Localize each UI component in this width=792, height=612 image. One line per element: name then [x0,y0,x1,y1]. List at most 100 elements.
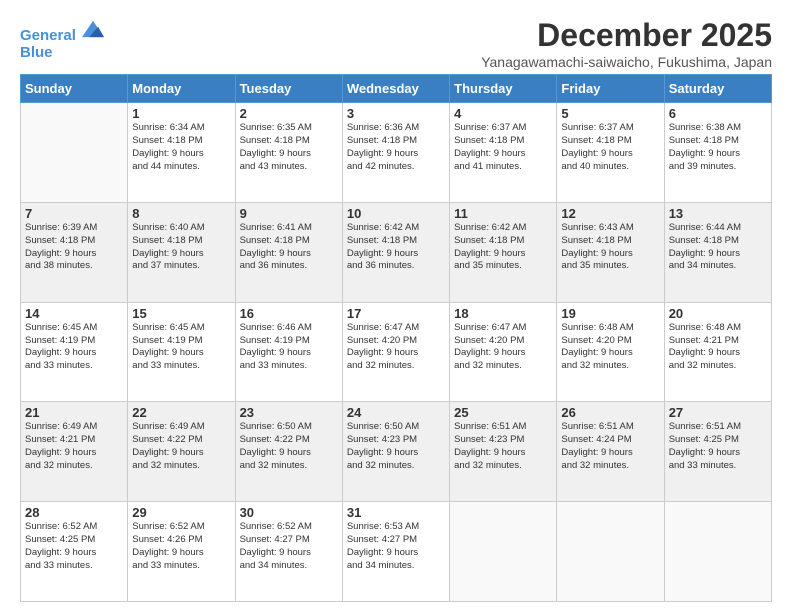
day-number: 15 [132,306,230,321]
week-row-4: 21Sunrise: 6:49 AMSunset: 4:21 PMDayligh… [21,402,772,502]
calendar-cell [450,502,557,602]
day-number: 25 [454,405,552,420]
day-info: Sunrise: 6:35 AMSunset: 4:18 PMDaylight:… [240,122,338,173]
weekday-header-wednesday: Wednesday [342,75,449,103]
day-info: Sunrise: 6:52 AMSunset: 4:26 PMDaylight:… [132,521,230,572]
weekday-header-saturday: Saturday [664,75,771,103]
weekday-header-monday: Monday [128,75,235,103]
calendar-cell: 15Sunrise: 6:45 AMSunset: 4:19 PMDayligh… [128,302,235,402]
header: General Blue December 2025 Yanagawamachi… [20,18,772,70]
page: General Blue December 2025 Yanagawamachi… [0,0,792,612]
day-number: 18 [454,306,552,321]
calendar-cell: 22Sunrise: 6:49 AMSunset: 4:22 PMDayligh… [128,402,235,502]
day-info: Sunrise: 6:34 AMSunset: 4:18 PMDaylight:… [132,122,230,173]
calendar-cell: 5Sunrise: 6:37 AMSunset: 4:18 PMDaylight… [557,103,664,203]
day-info: Sunrise: 6:52 AMSunset: 4:25 PMDaylight:… [25,521,123,572]
day-number: 10 [347,206,445,221]
day-info: Sunrise: 6:37 AMSunset: 4:18 PMDaylight:… [454,122,552,173]
day-number: 24 [347,405,445,420]
weekday-header-friday: Friday [557,75,664,103]
day-info: Sunrise: 6:41 AMSunset: 4:18 PMDaylight:… [240,222,338,273]
day-info: Sunrise: 6:49 AMSunset: 4:21 PMDaylight:… [25,421,123,472]
day-info: Sunrise: 6:47 AMSunset: 4:20 PMDaylight:… [347,322,445,373]
calendar-cell: 2Sunrise: 6:35 AMSunset: 4:18 PMDaylight… [235,103,342,203]
calendar-cell: 24Sunrise: 6:50 AMSunset: 4:23 PMDayligh… [342,402,449,502]
calendar-cell: 17Sunrise: 6:47 AMSunset: 4:20 PMDayligh… [342,302,449,402]
calendar-cell: 6Sunrise: 6:38 AMSunset: 4:18 PMDaylight… [664,103,771,203]
day-info: Sunrise: 6:36 AMSunset: 4:18 PMDaylight:… [347,122,445,173]
day-info: Sunrise: 6:47 AMSunset: 4:20 PMDaylight:… [454,322,552,373]
week-row-3: 14Sunrise: 6:45 AMSunset: 4:19 PMDayligh… [21,302,772,402]
calendar-cell [557,502,664,602]
calendar-cell: 7Sunrise: 6:39 AMSunset: 4:18 PMDaylight… [21,202,128,302]
calendar-cell: 21Sunrise: 6:49 AMSunset: 4:21 PMDayligh… [21,402,128,502]
day-info: Sunrise: 6:48 AMSunset: 4:21 PMDaylight:… [669,322,767,373]
weekday-header-thursday: Thursday [450,75,557,103]
subtitle: Yanagawamachi-saiwaicho, Fukushima, Japa… [481,54,772,70]
calendar-cell: 14Sunrise: 6:45 AMSunset: 4:19 PMDayligh… [21,302,128,402]
day-number: 12 [561,206,659,221]
day-number: 26 [561,405,659,420]
day-number: 9 [240,206,338,221]
day-number: 13 [669,206,767,221]
day-number: 5 [561,106,659,121]
calendar-cell: 27Sunrise: 6:51 AMSunset: 4:25 PMDayligh… [664,402,771,502]
calendar-cell: 12Sunrise: 6:43 AMSunset: 4:18 PMDayligh… [557,202,664,302]
logo-text: General [20,18,104,45]
day-number: 22 [132,405,230,420]
calendar-cell: 30Sunrise: 6:52 AMSunset: 4:27 PMDayligh… [235,502,342,602]
calendar-cell: 8Sunrise: 6:40 AMSunset: 4:18 PMDaylight… [128,202,235,302]
calendar-cell: 11Sunrise: 6:42 AMSunset: 4:18 PMDayligh… [450,202,557,302]
day-number: 27 [669,405,767,420]
day-info: Sunrise: 6:51 AMSunset: 4:23 PMDaylight:… [454,421,552,472]
weekday-header-sunday: Sunday [21,75,128,103]
day-number: 23 [240,405,338,420]
day-info: Sunrise: 6:46 AMSunset: 4:19 PMDaylight:… [240,322,338,373]
calendar-cell [21,103,128,203]
calendar-cell: 20Sunrise: 6:48 AMSunset: 4:21 PMDayligh… [664,302,771,402]
day-info: Sunrise: 6:45 AMSunset: 4:19 PMDaylight:… [25,322,123,373]
day-info: Sunrise: 6:52 AMSunset: 4:27 PMDaylight:… [240,521,338,572]
week-row-5: 28Sunrise: 6:52 AMSunset: 4:25 PMDayligh… [21,502,772,602]
calendar-cell: 10Sunrise: 6:42 AMSunset: 4:18 PMDayligh… [342,202,449,302]
day-number: 8 [132,206,230,221]
calendar-cell: 4Sunrise: 6:37 AMSunset: 4:18 PMDaylight… [450,103,557,203]
calendar-cell: 29Sunrise: 6:52 AMSunset: 4:26 PMDayligh… [128,502,235,602]
day-number: 1 [132,106,230,121]
week-row-2: 7Sunrise: 6:39 AMSunset: 4:18 PMDaylight… [21,202,772,302]
day-info: Sunrise: 6:51 AMSunset: 4:25 PMDaylight:… [669,421,767,472]
week-row-1: 1Sunrise: 6:34 AMSunset: 4:18 PMDaylight… [21,103,772,203]
calendar-cell: 18Sunrise: 6:47 AMSunset: 4:20 PMDayligh… [450,302,557,402]
day-number: 20 [669,306,767,321]
day-number: 29 [132,505,230,520]
logo-blue: Blue [20,45,104,62]
weekday-header-row: SundayMondayTuesdayWednesdayThursdayFrid… [21,75,772,103]
day-info: Sunrise: 6:38 AMSunset: 4:18 PMDaylight:… [669,122,767,173]
day-info: Sunrise: 6:53 AMSunset: 4:27 PMDaylight:… [347,521,445,572]
day-info: Sunrise: 6:37 AMSunset: 4:18 PMDaylight:… [561,122,659,173]
day-info: Sunrise: 6:45 AMSunset: 4:19 PMDaylight:… [132,322,230,373]
main-title: December 2025 [481,18,772,53]
day-number: 7 [25,206,123,221]
weekday-header-tuesday: Tuesday [235,75,342,103]
day-number: 16 [240,306,338,321]
day-info: Sunrise: 6:51 AMSunset: 4:24 PMDaylight:… [561,421,659,472]
day-number: 6 [669,106,767,121]
title-block: December 2025 Yanagawamachi-saiwaicho, F… [481,18,772,70]
calendar-table: SundayMondayTuesdayWednesdayThursdayFrid… [20,74,772,602]
day-number: 19 [561,306,659,321]
day-info: Sunrise: 6:49 AMSunset: 4:22 PMDaylight:… [132,421,230,472]
day-number: 3 [347,106,445,121]
calendar-cell: 3Sunrise: 6:36 AMSunset: 4:18 PMDaylight… [342,103,449,203]
calendar-cell: 9Sunrise: 6:41 AMSunset: 4:18 PMDaylight… [235,202,342,302]
calendar-cell [664,502,771,602]
calendar-cell: 25Sunrise: 6:51 AMSunset: 4:23 PMDayligh… [450,402,557,502]
logo: General Blue [20,18,104,61]
day-info: Sunrise: 6:48 AMSunset: 4:20 PMDaylight:… [561,322,659,373]
calendar-cell: 31Sunrise: 6:53 AMSunset: 4:27 PMDayligh… [342,502,449,602]
day-number: 21 [25,405,123,420]
calendar-cell: 16Sunrise: 6:46 AMSunset: 4:19 PMDayligh… [235,302,342,402]
calendar-cell: 13Sunrise: 6:44 AMSunset: 4:18 PMDayligh… [664,202,771,302]
day-info: Sunrise: 6:42 AMSunset: 4:18 PMDaylight:… [454,222,552,273]
day-info: Sunrise: 6:50 AMSunset: 4:23 PMDaylight:… [347,421,445,472]
